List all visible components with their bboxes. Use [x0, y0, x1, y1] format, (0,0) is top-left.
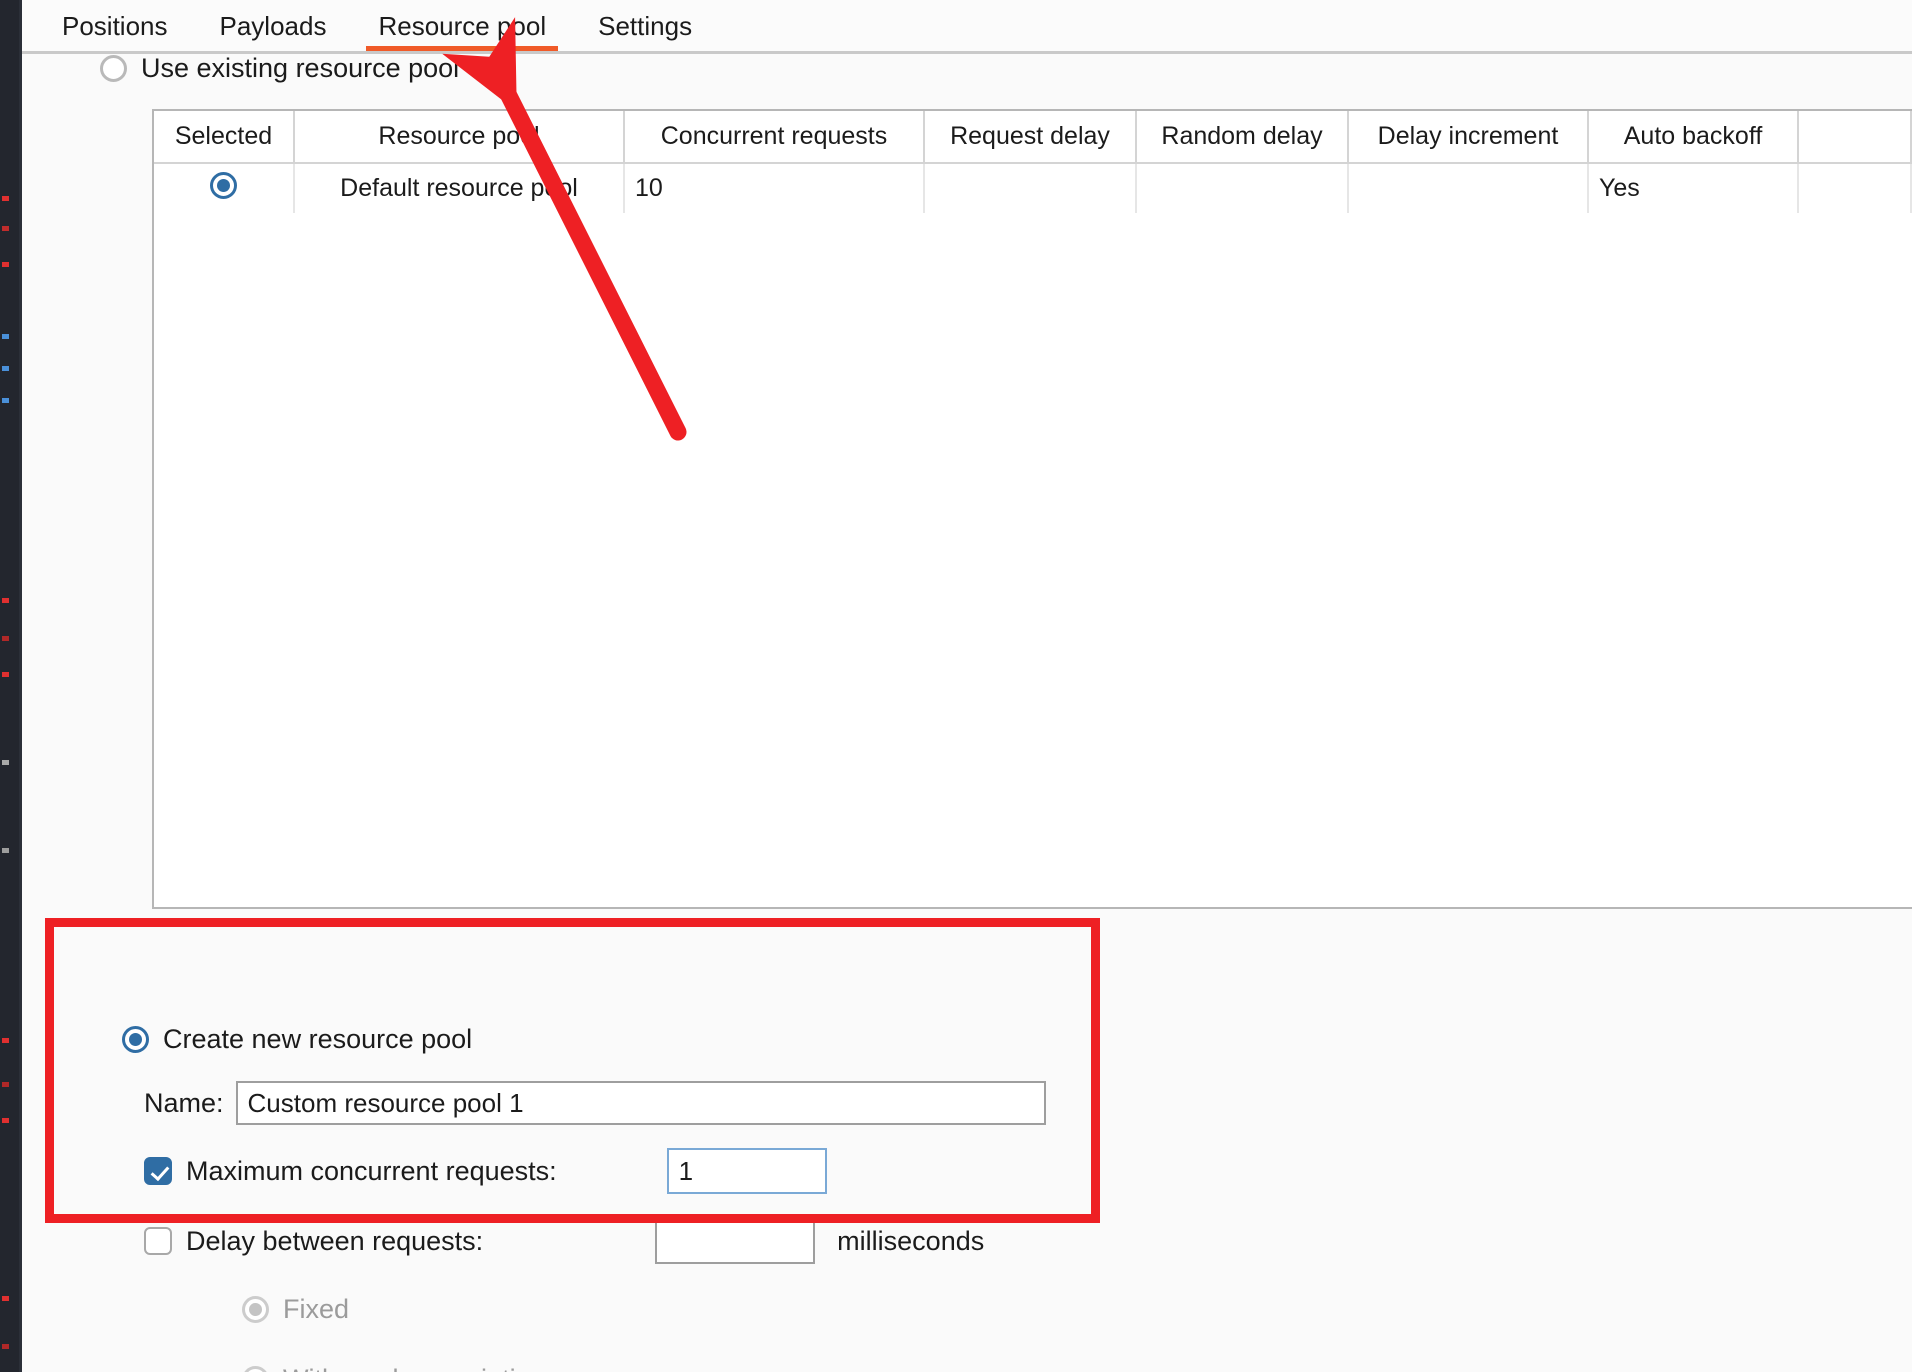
use-existing-pool-radio[interactable]	[100, 54, 127, 82]
table-row[interactable]: Default resource pool 10 Yes	[154, 163, 1912, 213]
col-auto-backoff[interactable]: Auto backoff	[1588, 111, 1799, 164]
col-random-delay[interactable]: Random delay	[1136, 111, 1349, 164]
col-concurrent-requests[interactable]: Concurrent requests	[624, 111, 925, 164]
minimap-mark	[2, 1296, 9, 1301]
delay-mode-fixed-row[interactable]: Fixed	[242, 1287, 1222, 1331]
max-concurrent-label: Maximum concurrent requests:	[186, 1155, 557, 1186]
minimap-mark	[2, 398, 9, 403]
minimap-mark	[2, 1118, 9, 1123]
delay-mode-random-radio[interactable]	[242, 1365, 269, 1372]
minimap-mark	[2, 262, 9, 267]
table-body: Default resource pool 10 Yes	[154, 163, 1912, 213]
cell-auto-backoff: Yes	[1588, 163, 1799, 213]
cell-filler	[1798, 163, 1912, 213]
cell-selected[interactable]	[154, 163, 295, 213]
cell-random-delay	[1136, 163, 1349, 213]
tab-payloads-label: Payloads	[219, 11, 327, 41]
create-new-pool-option[interactable]: Create new resource pool	[122, 1024, 1222, 1055]
minimap-mark	[2, 1082, 9, 1087]
minimap-mark	[2, 196, 9, 201]
delay-between-label: Delay between requests:	[186, 1225, 484, 1256]
max-concurrent-row: Maximum concurrent requests:	[144, 1147, 1222, 1195]
cell-concurrent-requests: 10	[624, 163, 925, 213]
delay-between-input[interactable]	[655, 1218, 816, 1264]
minimap-mark	[2, 760, 9, 765]
col-filler	[1798, 111, 1912, 164]
editor-minimap-strip[interactable]	[0, 0, 22, 1372]
minimap-mark	[2, 226, 9, 231]
minimap-mark	[2, 636, 9, 641]
table-header: Selected Resource pool Concurrent reques…	[154, 111, 1912, 164]
minimap-mark	[2, 848, 9, 853]
delay-mode-random-label: With random variations	[283, 1364, 559, 1372]
tab-settings[interactable]: Settings	[572, 13, 718, 51]
minimap-mark	[2, 366, 9, 371]
cell-request-delay	[924, 163, 1137, 213]
delay-between-unit: milliseconds	[837, 1225, 985, 1256]
minimap-mark	[2, 672, 9, 677]
use-existing-pool-option[interactable]: Use existing resource pool	[100, 46, 459, 90]
pool-name-label: Name:	[144, 1087, 224, 1118]
create-new-pool-section: Create new resource pool Name: Maximum c…	[122, 1024, 1222, 1372]
delay-mode-fixed-radio[interactable]	[242, 1295, 269, 1323]
pool-name-input[interactable]	[235, 1081, 1046, 1125]
cell-delay-increment	[1348, 163, 1589, 213]
minimap-mark	[2, 598, 9, 603]
col-selected[interactable]: Selected	[154, 111, 295, 164]
tab-resource-pool-label: Resource pool	[378, 11, 547, 41]
delay-between-checkbox[interactable]	[144, 1227, 172, 1255]
delay-between-row: Delay between requests: milliseconds	[144, 1217, 1222, 1265]
resource-pool-panel: Use existing resource pool Selected Reso…	[22, 53, 1912, 1372]
max-concurrent-input[interactable]	[666, 1148, 827, 1194]
cell-resource-pool: Default resource pool	[294, 163, 625, 213]
tab-positions-label: Positions	[62, 11, 168, 41]
app-root: Positions Payloads Resource pool Setting…	[0, 0, 1912, 1372]
col-resource-pool[interactable]: Resource pool	[294, 111, 625, 164]
tab-settings-label: Settings	[598, 11, 693, 41]
minimap-mark	[2, 334, 9, 339]
tab-list: Positions Payloads Resource pool Setting…	[22, 0, 1912, 51]
max-concurrent-checkbox[interactable]	[144, 1157, 172, 1185]
col-delay-increment[interactable]: Delay increment	[1348, 111, 1589, 164]
pool-name-row: Name:	[144, 1081, 1222, 1125]
row-select-radio[interactable]	[210, 171, 237, 199]
delay-mode-random-row[interactable]: With random variations	[242, 1357, 1222, 1372]
table-header-row: Selected Resource pool Concurrent reques…	[154, 111, 1912, 164]
create-new-pool-radio[interactable]	[122, 1026, 149, 1053]
minimap-mark	[2, 1038, 9, 1043]
use-existing-pool-label: Use existing resource pool	[141, 52, 460, 83]
col-request-delay[interactable]: Request delay	[924, 111, 1137, 164]
delay-mode-fixed-label: Fixed	[283, 1293, 350, 1324]
create-new-pool-label: Create new resource pool	[163, 1024, 473, 1054]
resource-pool-grid: Selected Resource pool Concurrent reques…	[154, 111, 1912, 213]
resource-pool-table[interactable]: Selected Resource pool Concurrent reques…	[152, 109, 1912, 909]
minimap-mark	[2, 1344, 9, 1349]
